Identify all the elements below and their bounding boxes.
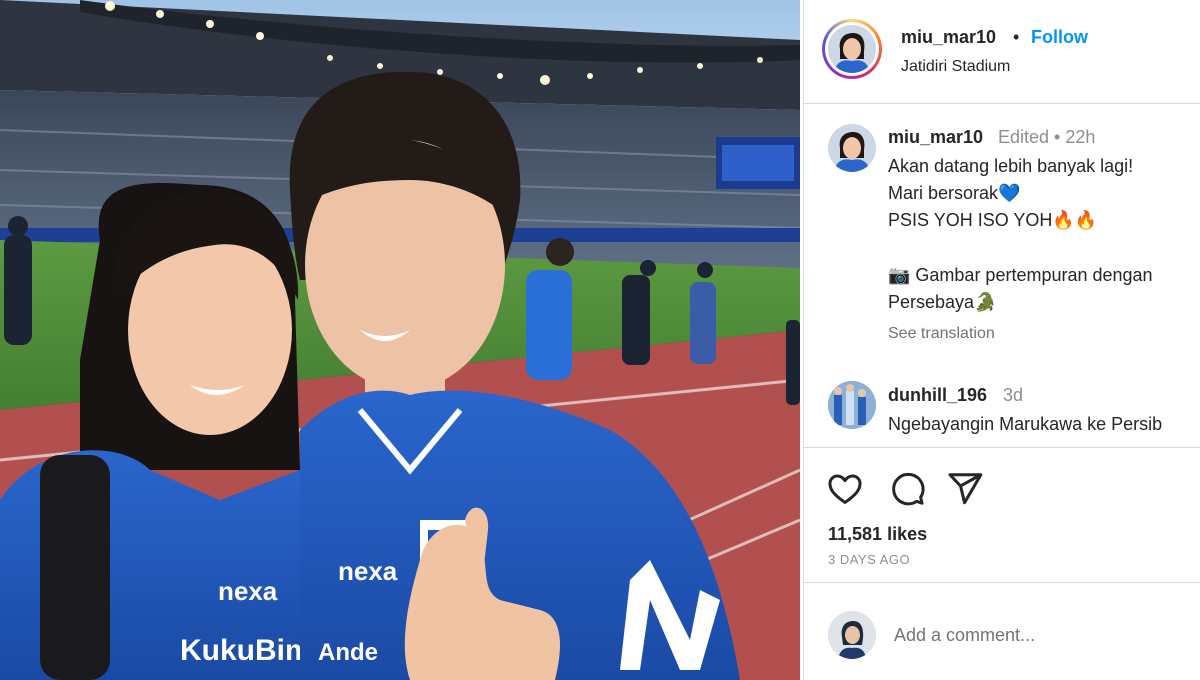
caption-username[interactable]: miu_mar10 xyxy=(888,127,983,148)
post-actions: 11,581 likes 3 DAYS AGO xyxy=(804,447,1200,582)
comments-list[interactable]: miu_mar10 Edited • 22h Akan datang lebih… xyxy=(804,105,1200,447)
caption-meta: Edited • 22h xyxy=(998,127,1096,147)
jersey-sponsor-left: nexa xyxy=(218,576,278,606)
post-date: 3 DAYS AGO xyxy=(828,552,911,567)
header-separator: • xyxy=(1013,27,1020,47)
caption-avatar[interactable] xyxy=(828,124,876,172)
comment-time: 3d xyxy=(1003,385,1024,405)
caption-line: Mari bersorak💙 xyxy=(888,183,1021,203)
post-photo[interactable]: nexa KukuBima nexa Ande xyxy=(0,0,800,680)
commenter-avatar-icon xyxy=(828,381,876,429)
post-header: miu_mar10 • Follow Jatidiri Stadium xyxy=(804,0,1200,104)
stadium-selfie-image: nexa KukuBima nexa Ande xyxy=(0,0,800,680)
commenter-avatar[interactable] xyxy=(828,381,876,429)
comment-text: Ngebayangin Marukawa ke Persib xyxy=(888,414,1163,434)
jersey-text-right: Ande xyxy=(318,639,378,666)
avatar[interactable] xyxy=(828,25,876,73)
user-avatar-icon xyxy=(828,124,876,172)
caption-line: 📷 Gambar pertempuran dengan xyxy=(888,265,1153,285)
follow-button[interactable]: Follow xyxy=(1031,27,1088,48)
add-comment-input[interactable] xyxy=(894,621,1184,649)
caption-line: PSIS YOH ISO YOH🔥🔥 xyxy=(888,210,1098,230)
paper-plane-icon[interactable] xyxy=(946,470,984,508)
current-user-avatar xyxy=(828,611,876,659)
heart-icon[interactable] xyxy=(826,470,864,508)
caption-line: Akan datang lebih banyak lagi! xyxy=(888,156,1134,176)
user-avatar-icon xyxy=(828,25,876,73)
post-side-panel: miu_mar10 • Follow Jatidiri Stadium miu_… xyxy=(803,0,1200,680)
comment-bubble-icon[interactable] xyxy=(888,470,926,508)
see-translation-link[interactable]: See translation xyxy=(888,325,995,343)
location-link[interactable]: Jatidiri Stadium xyxy=(901,58,1010,76)
jersey-sponsor-right: nexa xyxy=(338,556,398,586)
likes-count[interactable]: 11,581 likes xyxy=(828,524,927,545)
comment-username[interactable]: dunhill_196 xyxy=(888,385,987,406)
current-user-avatar-icon xyxy=(828,611,876,659)
post-author-username[interactable]: miu_mar10 xyxy=(901,27,996,48)
caption-line: Persebaya🐊 xyxy=(888,292,997,312)
story-ring[interactable] xyxy=(822,19,882,79)
add-comment-bar xyxy=(804,582,1200,680)
